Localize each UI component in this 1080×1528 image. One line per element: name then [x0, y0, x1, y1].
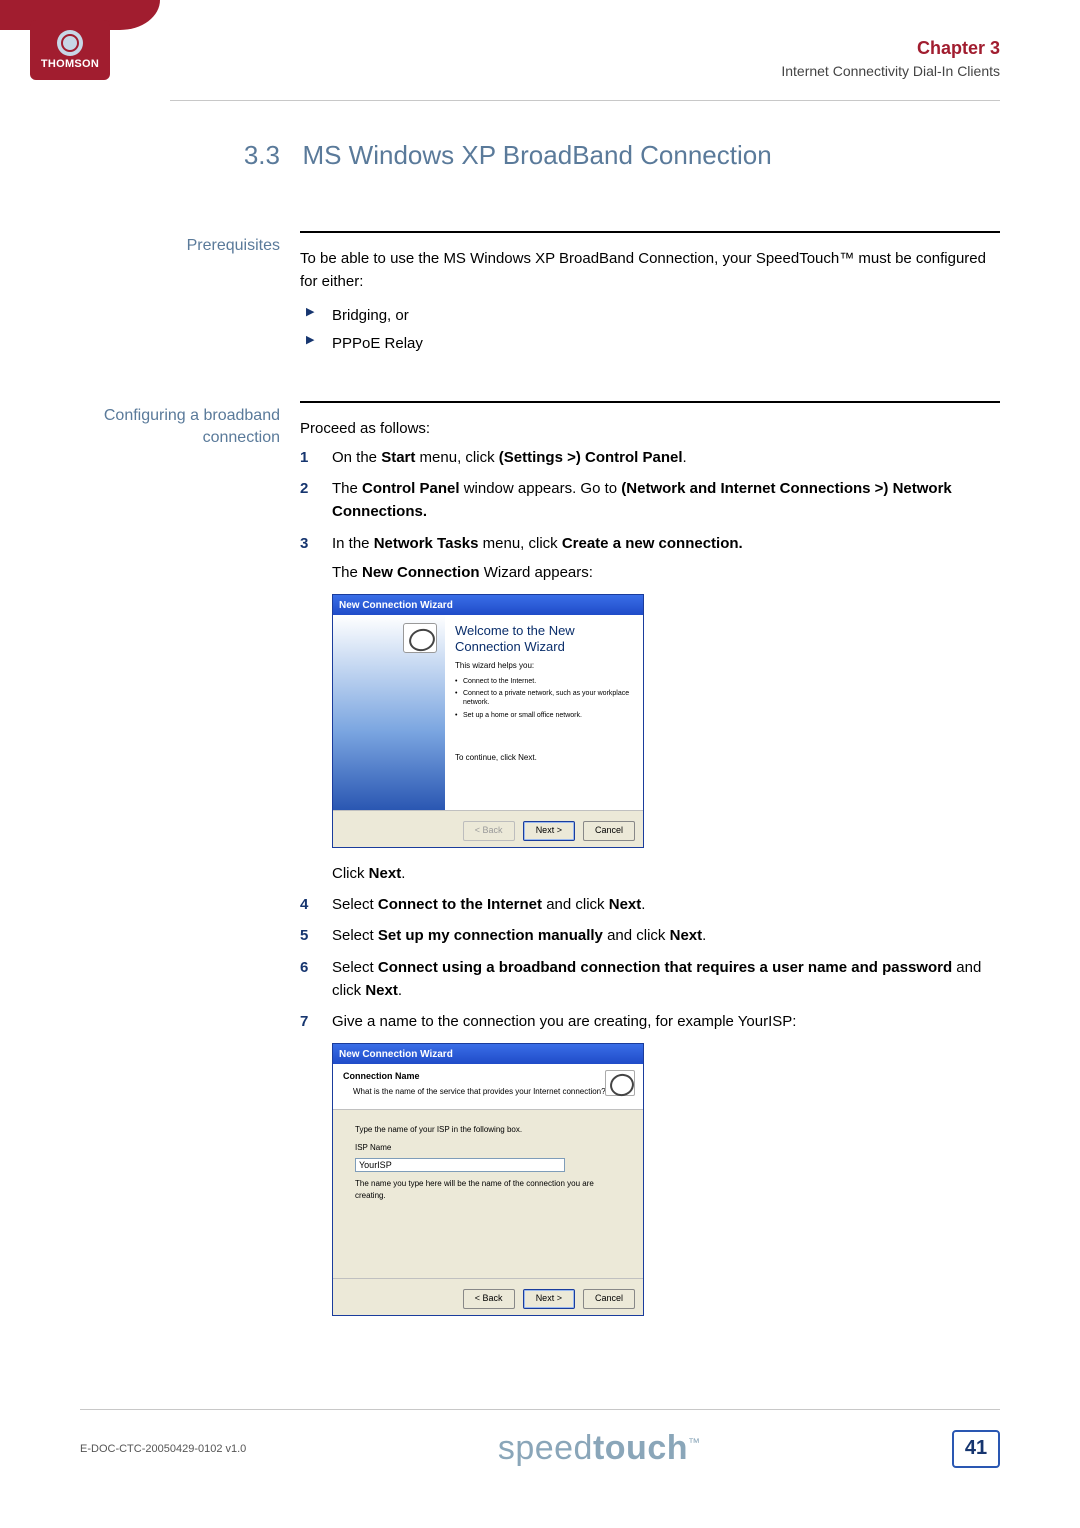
step-3-after: Click Next.	[332, 862, 1000, 885]
step-1: On the Start menu, click (Settings >) Co…	[300, 446, 1000, 469]
step-4: Select Connect to the Internet and click…	[300, 893, 1000, 916]
wizard-option: Set up a home or small office network.	[455, 711, 633, 720]
brand-name: THOMSON	[41, 58, 99, 70]
steps-list: On the Start menu, click (Settings >) Co…	[300, 446, 1000, 1316]
wizard-icon	[403, 623, 437, 653]
configuring-label: Configuring a broadband connection	[80, 405, 280, 450]
wizard-sidebar	[333, 615, 445, 810]
isp-name-input[interactable]	[355, 1158, 565, 1172]
back-button[interactable]: < Back	[463, 821, 515, 841]
wizard-dialog-2: New Connection Wizard Connection Name Wh…	[332, 1043, 644, 1315]
wizard-hint: The name you type here will be the name …	[355, 1178, 625, 1203]
next-button[interactable]: Next >	[523, 1289, 575, 1309]
prereq-list: Bridging, or PPPoE Relay	[300, 302, 1000, 359]
header-right: Chapter 3 Internet Connectivity Dial-In …	[781, 38, 1000, 79]
cancel-button[interactable]: Cancel	[583, 821, 635, 841]
configuring-lead: Proceed as follows:	[300, 417, 1000, 440]
footer: E-DOC-CTC-20050429-0102 v1.0 speedtouch™…	[80, 1429, 1000, 1468]
product-brand: speedtouch™	[498, 1429, 701, 1468]
wizard-main: Welcome to the New Connection Wizard Thi…	[445, 615, 643, 810]
prerequisites-label: Prerequisites	[80, 235, 280, 257]
wizard-dialog-1: New Connection Wizard Welcome to the New…	[332, 594, 644, 848]
step-6: Select Connect using a broadband connect…	[300, 956, 1000, 1003]
cancel-button[interactable]: Cancel	[583, 1289, 635, 1309]
footer-rule	[80, 1409, 1000, 1410]
prerequisites-block: Prerequisites To be able to use the MS W…	[80, 231, 1000, 359]
wizard-helps: This wizard helps you:	[455, 660, 633, 672]
step-7: Give a name to the connection you are cr…	[300, 1010, 1000, 1316]
page-number: 41	[952, 1430, 1000, 1468]
wizard-titlebar: New Connection Wizard	[333, 595, 643, 615]
back-button[interactable]: < Back	[463, 1289, 515, 1309]
wizard-continue: To continue, click Next.	[455, 752, 633, 764]
globe-icon	[57, 30, 83, 56]
document-id: E-DOC-CTC-20050429-0102 v1.0	[80, 1443, 246, 1455]
next-button[interactable]: Next >	[523, 821, 575, 841]
chapter-title: Chapter 3	[781, 38, 1000, 59]
section-number: 3.3	[80, 140, 280, 171]
wizard-button-row: < Back Next > Cancel	[333, 1278, 643, 1315]
prereq-item: Bridging, or	[300, 302, 1000, 331]
wizard-body: Welcome to the New Connection Wizard Thi…	[333, 615, 643, 810]
wizard-titlebar: New Connection Wizard	[333, 1044, 643, 1064]
wizard-prompt: Type the name of your ISP in the followi…	[355, 1124, 625, 1136]
isp-name-label: ISP Name	[355, 1142, 625, 1154]
wizard-options: Connect to the Internet. Connect to a pr…	[455, 677, 633, 721]
step-3: In the Network Tasks menu, click Create …	[300, 532, 1000, 886]
wizard-body: Type the name of your ISP in the followi…	[333, 1110, 643, 1278]
step-2: The Control Panel window appears. Go to …	[300, 477, 1000, 524]
divider	[300, 231, 1000, 233]
divider	[300, 401, 1000, 403]
page-content: 3.3 MS Windows XP BroadBand Connection P…	[80, 140, 1000, 1408]
prereq-intro: To be able to use the MS Windows XP Broa…	[300, 247, 1000, 294]
brand-logo: THOMSON	[30, 20, 110, 80]
prereq-item: PPPoE Relay	[300, 330, 1000, 359]
configuring-block: Configuring a broadband connection Proce…	[80, 401, 1000, 1316]
wizard-subheading: What is the name of the service that pro…	[353, 1086, 635, 1098]
section-heading: 3.3 MS Windows XP BroadBand Connection	[80, 140, 1000, 171]
wizard-button-row: < Back Next > Cancel	[333, 810, 643, 847]
wizard-header: Connection Name What is the name of the …	[333, 1064, 643, 1109]
wizard-option: Connect to a private network, such as yo…	[455, 689, 633, 708]
step-3-sub: The New Connection Wizard appears:	[332, 561, 1000, 584]
wizard-icon	[605, 1070, 635, 1096]
step-5: Select Set up my connection manually and…	[300, 924, 1000, 947]
wizard-heading: Connection Name	[343, 1070, 635, 1084]
section-title: MS Windows XP BroadBand Connection	[302, 140, 771, 171]
chapter-subtitle: Internet Connectivity Dial-In Clients	[781, 63, 1000, 79]
header-rule	[170, 100, 1000, 101]
wizard-option: Connect to the Internet.	[455, 677, 633, 686]
wizard-welcome: Welcome to the New Connection Wizard	[455, 623, 633, 654]
